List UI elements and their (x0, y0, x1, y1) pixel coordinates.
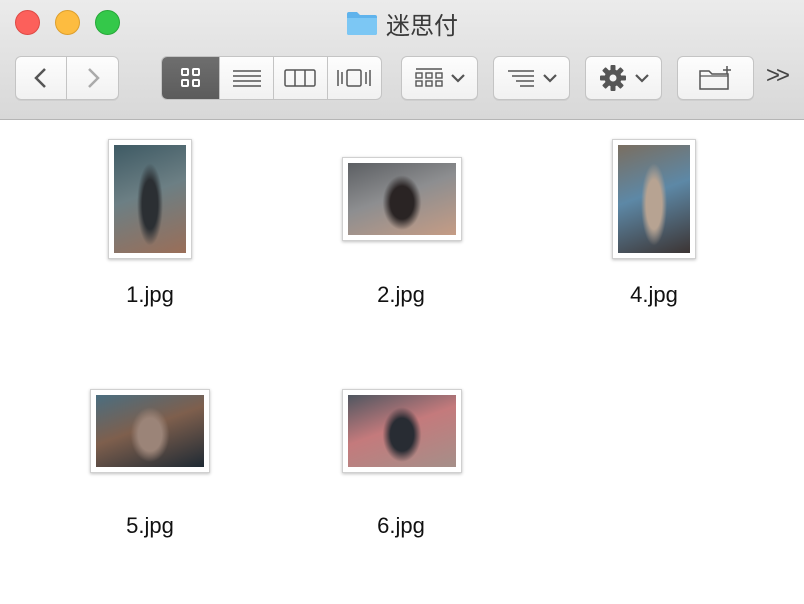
file-thumbnail[interactable] (342, 157, 462, 241)
chevron-right-icon (87, 68, 100, 88)
list-icon (232, 70, 261, 87)
chevron-left-icon (34, 68, 46, 88)
photo-thumbnail-image (348, 163, 456, 235)
chevron-down-icon (450, 74, 465, 83)
new-folder-button[interactable] (677, 56, 754, 100)
column-view-button[interactable] (274, 57, 328, 99)
action-button[interactable] (585, 56, 662, 100)
titlebar: 迷思付 >> (0, 0, 804, 120)
icon-view-button[interactable] (162, 57, 221, 99)
group-by-button[interactable] (401, 56, 478, 100)
window-title-text: 迷思付 (386, 11, 458, 40)
cover-flow-icon (337, 69, 371, 87)
file-thumbnail[interactable] (342, 389, 462, 473)
cover-flow-view-button[interactable] (328, 57, 382, 99)
file-thumbnail[interactable] (90, 389, 210, 473)
window-title: 迷思付 (0, 6, 804, 40)
file-name-label[interactable]: 6.jpg (321, 513, 481, 539)
file-name-label[interactable]: 4.jpg (574, 282, 734, 308)
toolbar-overflow-button[interactable]: >> (766, 62, 790, 90)
file-thumbnail[interactable] (108, 139, 192, 259)
forward-button[interactable] (67, 56, 119, 100)
file-name-label[interactable]: 2.jpg (321, 282, 481, 308)
arrange-icon (414, 68, 443, 87)
new-folder-icon (698, 66, 731, 90)
photo-thumbnail-image (348, 395, 456, 467)
file-name-label[interactable]: 1.jpg (70, 282, 230, 308)
photo-thumbnail-image (114, 145, 186, 253)
chevron-down-icon (634, 74, 649, 83)
back-button[interactable] (15, 56, 67, 100)
chevron-down-icon (542, 74, 557, 83)
list-view-button[interactable] (220, 57, 274, 99)
columns-icon (284, 69, 316, 87)
sort-button[interactable] (493, 56, 570, 100)
gear-icon (599, 65, 626, 91)
grid-icon (180, 68, 200, 87)
finder-window: 迷思付 >> 1.jpg 2.jpg 4.jpg 5.jpg 6.jpg (0, 0, 804, 604)
folder-icon (346, 10, 378, 36)
view-mode-control (161, 56, 382, 100)
file-thumbnail[interactable] (612, 139, 696, 259)
photo-thumbnail-image (96, 395, 204, 467)
file-name-label[interactable]: 5.jpg (70, 513, 230, 539)
sort-list-icon (507, 70, 534, 87)
photo-thumbnail-image (618, 145, 690, 253)
